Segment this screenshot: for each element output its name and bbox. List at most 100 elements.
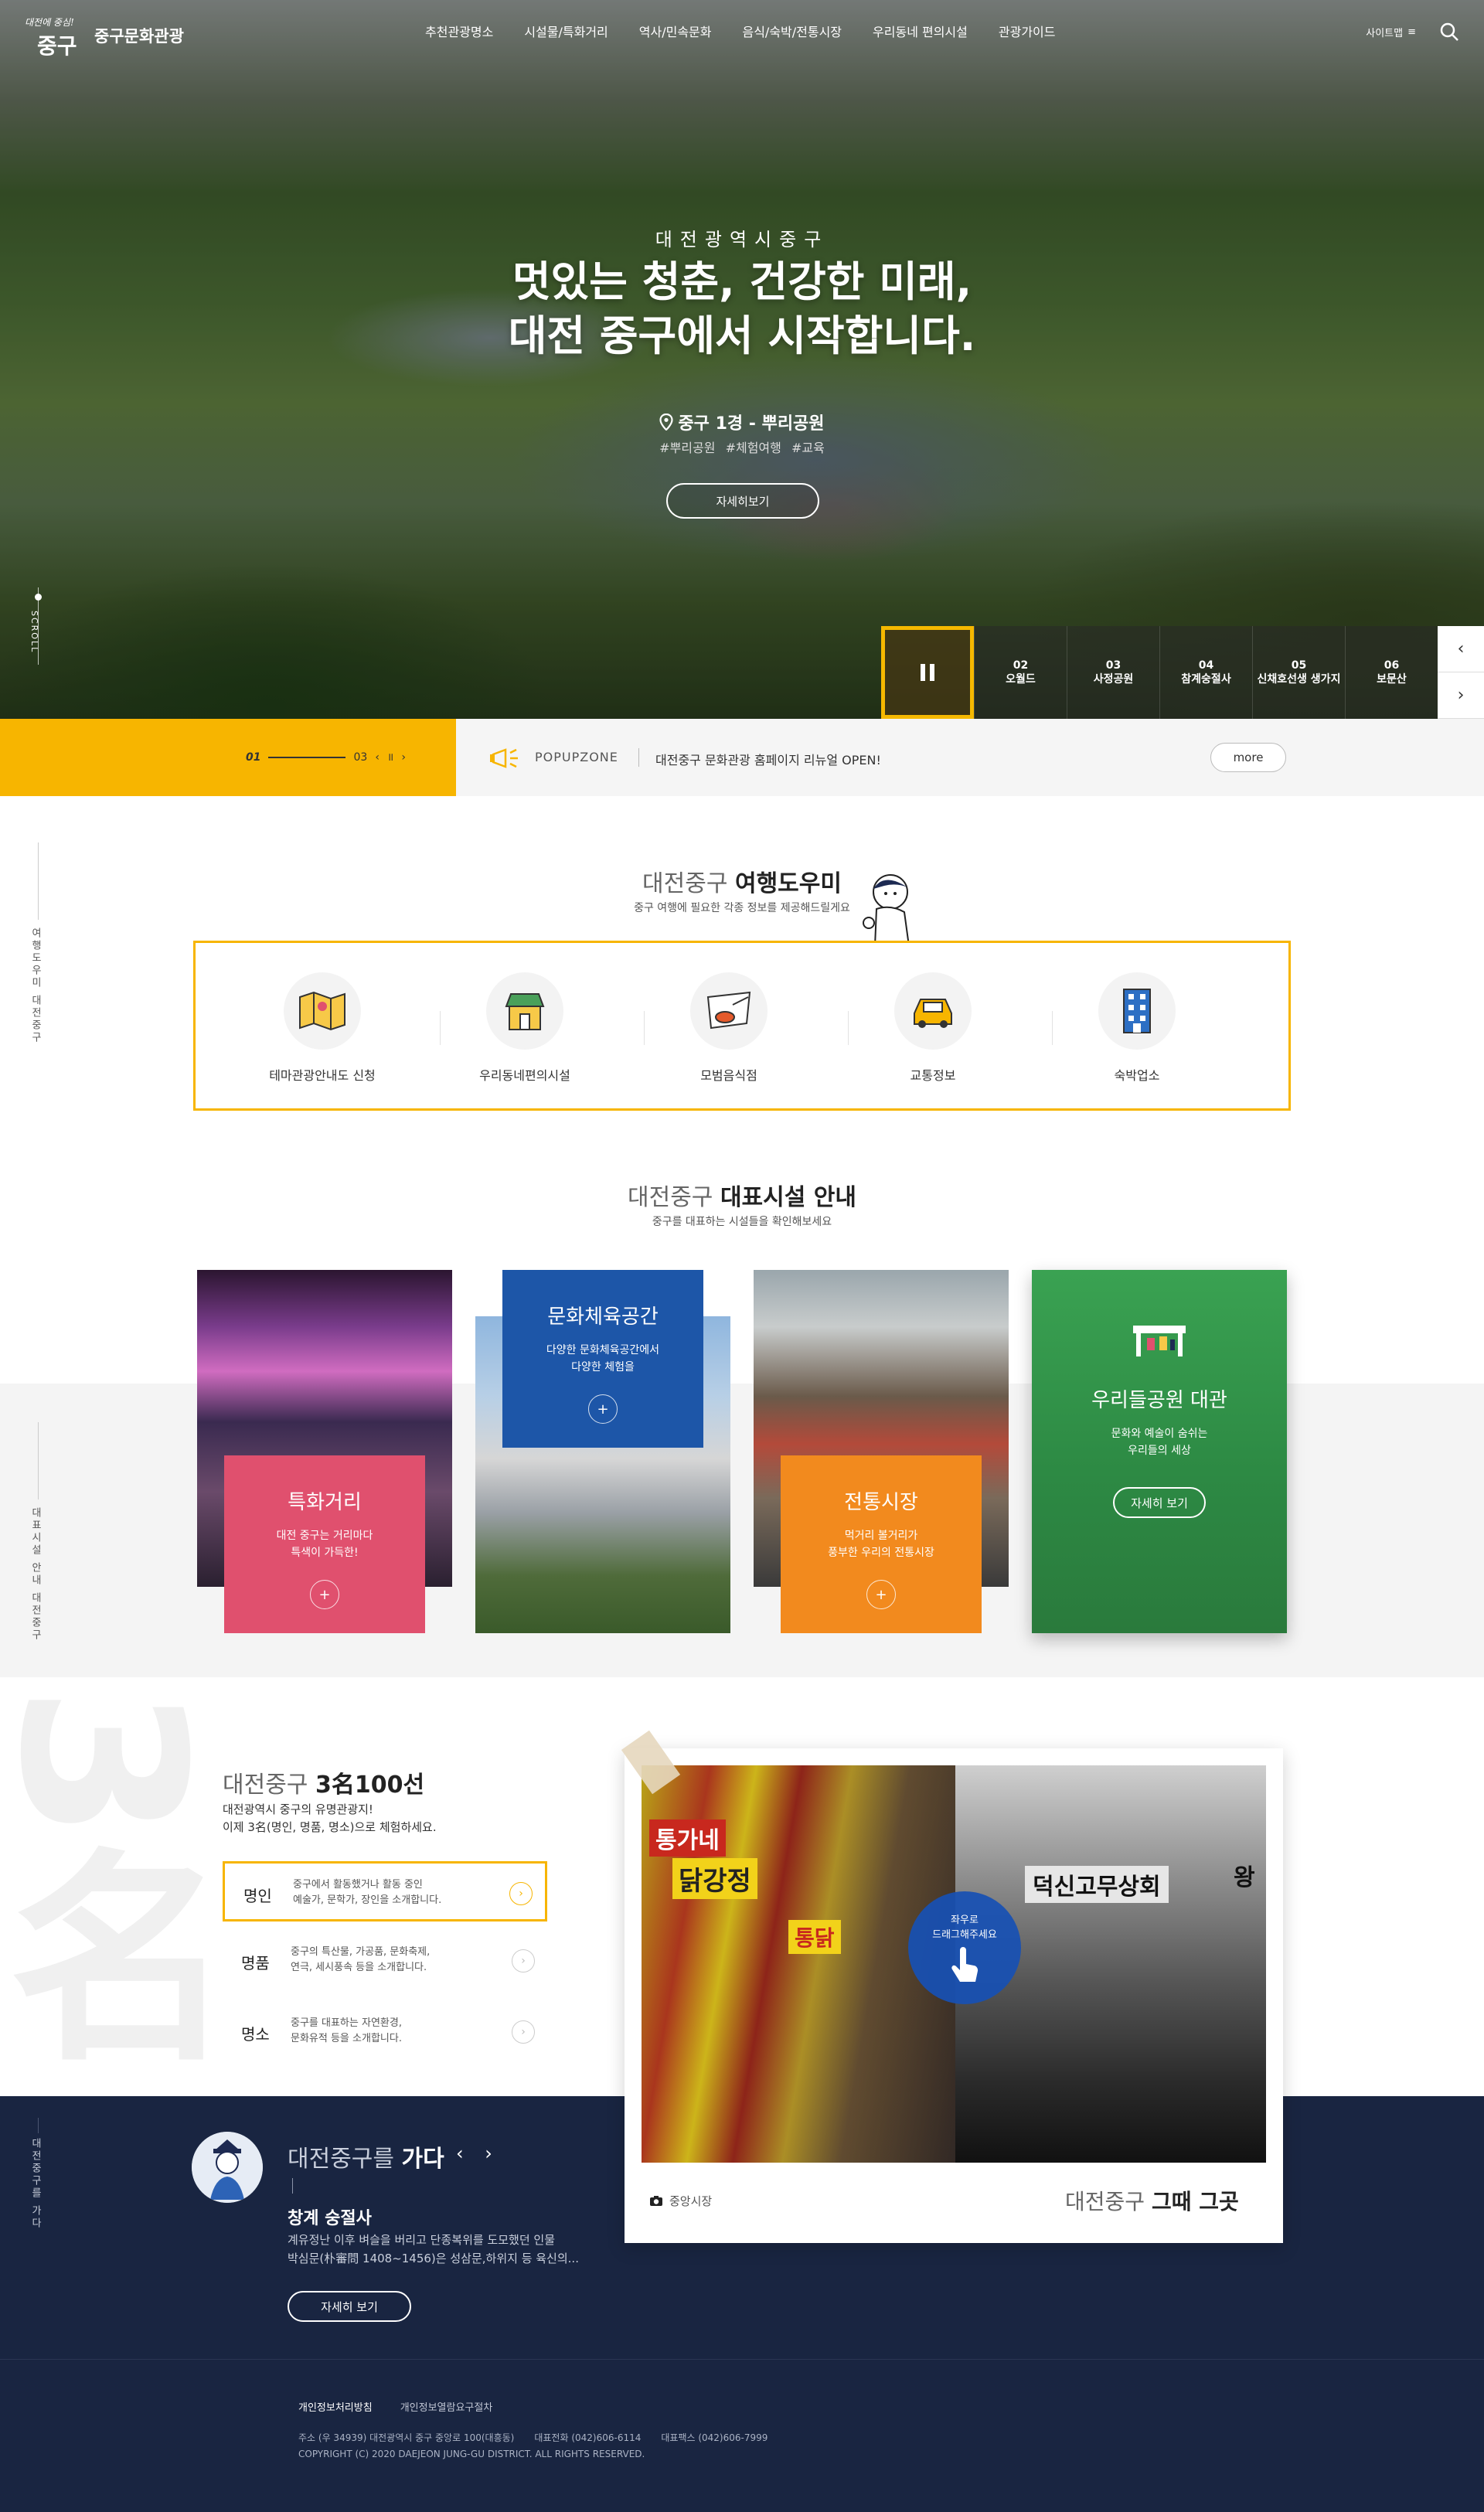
plus-icon[interactable]: + [866, 1580, 896, 1609]
footer-phone: 대표전화 (042)606-6114 [534, 2432, 642, 2443]
slide-prev-button[interactable]: ‹ [1438, 626, 1484, 672]
m100-row[interactable]: 명품 중구의 특산물, 가공품, 문화축제, 연극, 세시풍속 등을 소개합니다.… [223, 1931, 547, 1991]
title-light: 대전중구 [223, 1772, 308, 1799]
helper-label: 모범음식점 [700, 1068, 757, 1083]
title-bold: 대표시설 안내 [720, 1184, 856, 1211]
nav-item[interactable]: 음식/숙박/전통시장 [727, 22, 857, 40]
drag-text: 좌우로 [951, 1915, 979, 1926]
facility-text: 다양한 체험을 [571, 1361, 635, 1373]
title-light: 대전중구 [642, 870, 728, 897]
facility-card-featured[interactable]: 우리들공원 대관 문화와 예술이 숨쉬는 우리들의 세상 자세히 보기 [1032, 1270, 1287, 1633]
facility-title: 대전중구 대표시설 안내 [0, 1178, 1484, 1212]
helper-item[interactable]: 숙박업소 [1060, 943, 1214, 1098]
hero-tag[interactable]: #뿌리공원 [659, 441, 715, 455]
hero-tag[interactable]: #체험여행 [726, 441, 781, 455]
pause-icon[interactable]: ॥ [387, 750, 393, 764]
nav-item[interactable]: 시설물/특화거리 [509, 22, 623, 40]
facility-card[interactable]: 전통시장 먹거리 볼거리가 풍부한 우리의 전통시장 + [754, 1270, 1009, 1633]
hero-title-line: 대전 중구에서 시작합니다. [508, 311, 976, 360]
popup-progress [268, 756, 346, 758]
taxi-icon [894, 972, 972, 1050]
chevron-right-icon[interactable]: › [401, 751, 406, 764]
footer-info: 주소 (우 34939) 대전광역시 중구 중앙로 100(대흥동) 대표전화 (… [298, 2430, 788, 2463]
slide-thumb[interactable]: 04 참계숭절사 [1159, 626, 1252, 719]
drag-handle[interactable]: 좌우로 드래그해주세요 [908, 1891, 1021, 2004]
slide-thumb[interactable]: 03 사정공원 [1067, 626, 1159, 719]
site-logo[interactable]: 대전에 중심! 중구 중구문화관광 [23, 14, 184, 59]
chevron-right-icon[interactable]: › [512, 2020, 535, 2044]
chevron-left-icon[interactable]: ‹ [375, 751, 380, 764]
popup-current: 01 [246, 751, 261, 764]
divider [1052, 1011, 1053, 1045]
desc-line: 박심문(朴審問 1408~1456)은 성삼문,하위지 등 육신의... [288, 2252, 579, 2265]
logo-slogan: 대전에 중심! [25, 17, 74, 28]
facility-card[interactable]: 문화체육공간 다양한 문화체육공간에서 다양한 체험을 + [475, 1270, 730, 1633]
caption-text: 중앙시장 [669, 2194, 713, 2208]
privacy-request-link[interactable]: 개인정보열람요구절차 [400, 2399, 493, 2414]
main-nav: 추천관광명소 시설물/특화거리 역사/민속문화 음식/숙박/전통시장 우리동네 … [410, 22, 1071, 40]
store-icon [486, 972, 563, 1050]
plus-icon[interactable]: + [310, 1580, 339, 1609]
divider [644, 1011, 645, 1045]
slide-thumb-active[interactable] [881, 626, 974, 719]
scroll-dot [35, 594, 42, 601]
facility-title: 우리들공원 대관 [1091, 1389, 1227, 1412]
desc-line: 계유정난 이후 벼슬을 버리고 단종복위를 도모했던 인물 [288, 2233, 556, 2247]
chevron-right-icon[interactable]: › [509, 1882, 533, 1905]
facility-detail-button[interactable]: 자세히 보기 [1113, 1487, 1206, 1518]
then-now-card: 통가네 닭강정 통닭 덕신고무상회 왕 좌우로 드래그해주세요 중앙시장 대전중… [625, 1748, 1283, 2243]
popup-pager: 01 03 ‹ ॥ › [246, 750, 406, 764]
facility-text: 특색이 가득한! [291, 1547, 359, 1559]
title-bold: 여행도우미 [734, 870, 842, 897]
then-now-photo[interactable]: 통가네 닭강정 통닭 덕신고무상회 왕 좌우로 드래그해주세요 [642, 1765, 1266, 2163]
helper-item[interactable]: 교통정보 [856, 943, 1010, 1098]
slide-num: 02 [1013, 659, 1029, 672]
footer-address: 주소 (우 34939) 대전광역시 중구 중앙로 100(대흥동) [298, 2432, 515, 2443]
hero-title: 멋있는 청춘, 건강한 미래, 대전 중구에서 시작합니다. [0, 255, 1484, 363]
hero-tag[interactable]: #교육 [791, 441, 825, 455]
go-detail-button[interactable]: 자세히 보기 [288, 2291, 411, 2322]
hero-place: 중구 1경 - 뿌리공원 [0, 410, 1484, 434]
title-bold: 가다 [401, 2146, 444, 2173]
helper-item[interactable]: 모범음식점 [652, 943, 806, 1098]
shop-sign: 통가네 [649, 1819, 726, 1857]
pause-icon[interactable] [921, 664, 934, 681]
popup-message[interactable]: 대전중구 문화관광 홈페이지 리뉴얼 OPEN! [655, 750, 881, 768]
go-place-name: 창계 숭절사 [288, 2209, 372, 2228]
helper-label: 교통정보 [910, 1068, 956, 1083]
m100-row-active[interactable]: 명인 중구에서 활동했거나 활동 중인 예술가, 문학가, 장인을 소개합니다. … [223, 1861, 547, 1921]
divider [292, 2178, 293, 2194]
m100-row[interactable]: 명소 중구를 대표하는 자연환경, 문화유적 등을 소개합니다. › [223, 2002, 547, 2062]
slide-thumb[interactable]: 05 신채호선생 생가지 [1252, 626, 1345, 719]
go-arrows[interactable]: ‹ › [456, 2143, 500, 2164]
slide-num: 03 [1105, 659, 1122, 672]
facility-card[interactable]: 특화거리 대전 중구는 거리마다 특색이 가득한! + [197, 1270, 452, 1633]
helper-item[interactable]: 우리동네편의시설 [448, 943, 602, 1098]
slide-thumb[interactable]: 06 보문산 [1345, 626, 1438, 719]
shop-sign: 통닭 [788, 1920, 841, 1954]
nav-item[interactable]: 우리동네 편의시설 [857, 22, 983, 40]
popupzone-label: POPUPZONE [535, 750, 618, 764]
hero-detail-button[interactable]: 자세히보기 [666, 483, 819, 519]
go-title: 대전중구를 가다 [288, 2139, 444, 2173]
hero-title-line: 멋있는 청춘, 건강한 미래, [512, 257, 972, 306]
facility-text: 먹거리 볼거리가 [844, 1530, 918, 1542]
slide-thumb[interactable]: 02 오월드 [974, 626, 1067, 719]
logo-mark: 대전에 중심! 중구 [23, 14, 85, 59]
helper-panel: 테마관광안내도 신청 우리동네편의시설 모범음식점 교통정보 숙박업소 [193, 941, 1291, 1111]
nav-item[interactable]: 추천관광명소 [410, 22, 509, 40]
popup-more-button[interactable]: more [1210, 743, 1286, 772]
helper-item[interactable]: 테마관광안내도 신청 [245, 943, 400, 1098]
search-icon[interactable] [1439, 22, 1459, 42]
footer-fax: 대표팩스 (042)606-7999 [661, 2432, 768, 2443]
chevron-right-icon[interactable]: › [512, 1949, 535, 1972]
plus-icon[interactable]: + [588, 1394, 618, 1424]
nav-item[interactable]: 관광가이드 [983, 22, 1071, 40]
slide-thumbnails: 02 오월드 03 사정공원 04 참계숭절사 05 신채호선생 생가지 06 보문산 [881, 626, 1438, 719]
slide-next-button[interactable]: › [1438, 672, 1484, 719]
shop-sign: 닭강정 [672, 1858, 757, 1899]
privacy-link[interactable]: 개인정보처리방침 [298, 2399, 373, 2414]
title-bold: 그때 그곳 [1151, 2189, 1239, 2214]
nav-item[interactable]: 역사/민속문화 [624, 22, 727, 40]
sitemap-button[interactable]: 사이트맵 ≡ [1366, 25, 1416, 39]
